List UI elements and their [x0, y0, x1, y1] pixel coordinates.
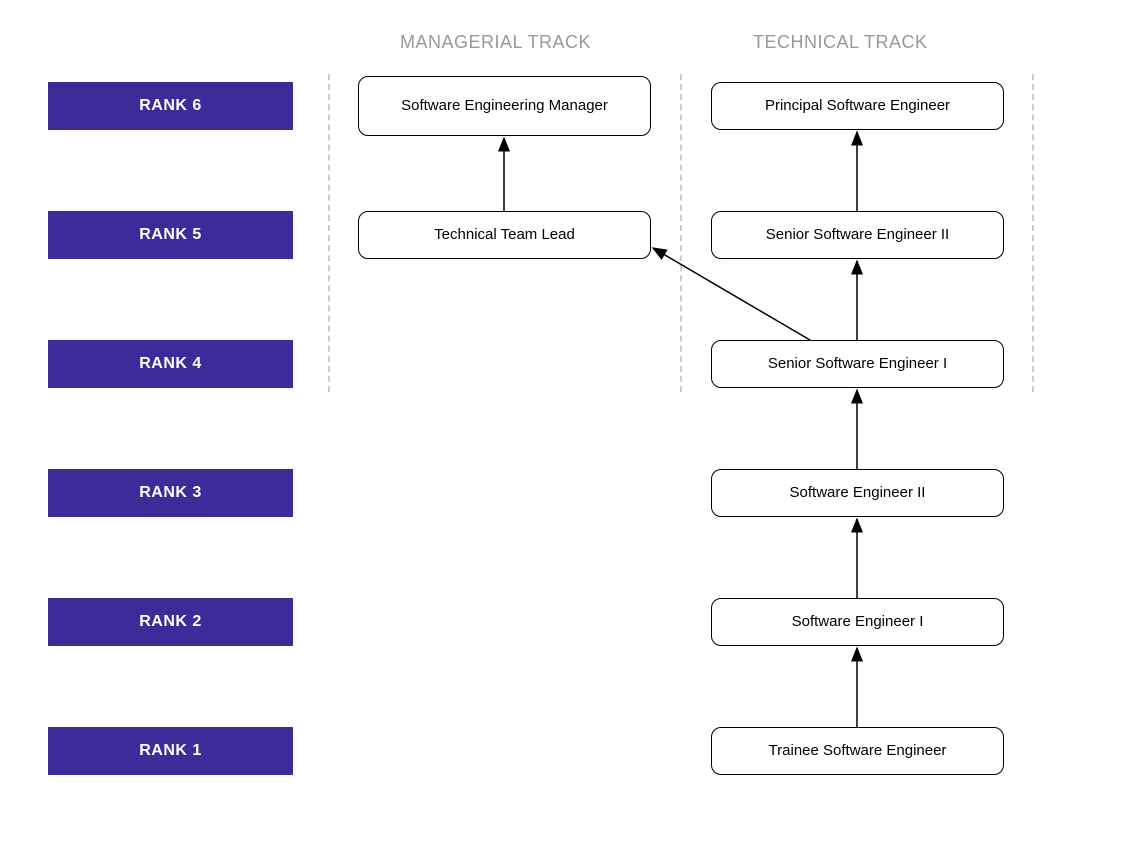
rank-badge-5: RANK 5: [48, 211, 293, 259]
arrow-tech4-to-mgr5: [653, 248, 810, 340]
divider-line-right: [1032, 74, 1034, 392]
divider-line-mid: [680, 74, 682, 392]
role-box-tech-3: Software Engineer II: [711, 469, 1004, 517]
role-box-manager-6: Software Engineering Manager: [358, 76, 651, 136]
role-box-manager-5: Technical Team Lead: [358, 211, 651, 259]
divider-line-left: [328, 74, 330, 392]
role-box-tech-2: Software Engineer I: [711, 598, 1004, 646]
rank-badge-2: RANK 2: [48, 598, 293, 646]
managerial-track-header: MANAGERIAL TRACK: [400, 32, 591, 53]
role-box-tech-4: Senior Software Engineer I: [711, 340, 1004, 388]
rank-badge-3: RANK 3: [48, 469, 293, 517]
rank-badge-1: RANK 1: [48, 727, 293, 775]
rank-badge-4: RANK 4: [48, 340, 293, 388]
role-box-tech-5: Senior Software Engineer II: [711, 211, 1004, 259]
role-box-tech-6: Principal Software Engineer: [711, 82, 1004, 130]
role-box-tech-1: Trainee Software Engineer: [711, 727, 1004, 775]
technical-track-header: TECHNICAL TRACK: [753, 32, 928, 53]
rank-badge-6: RANK 6: [48, 82, 293, 130]
